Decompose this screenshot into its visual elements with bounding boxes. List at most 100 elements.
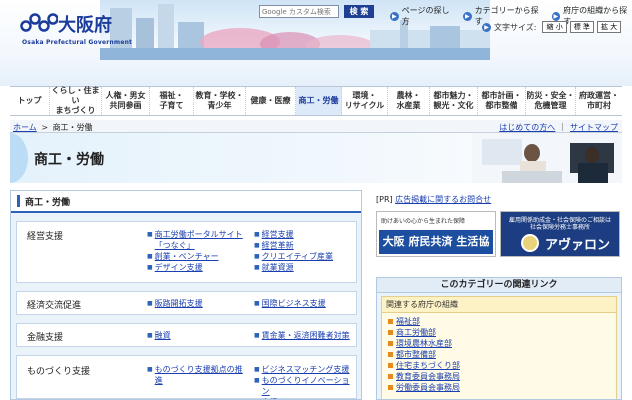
nav-item-urban-planning[interactable]: 都市計画・ 都市整備	[478, 87, 526, 115]
related-links-subheading: 関連する府庁の組織	[382, 297, 616, 313]
link-business-matching[interactable]: ビジネスマッチング支援	[262, 364, 350, 375]
link-employment-resources[interactable]: 就業資源	[262, 262, 294, 273]
page-title-band: 商工・労働	[10, 133, 622, 183]
link-education-board[interactable]: 教育委員会事務局	[396, 371, 460, 382]
link-labor-committee[interactable]: 労働委員会事務局	[396, 382, 460, 393]
related-links-box: 関連する府庁の組織 福祉部 商工労働部 環境農林水産部 都市整備部 住宅まちづく…	[381, 296, 617, 399]
list-item: ■ ビジネスマッチング支援	[254, 364, 356, 375]
bullet-icon: ■	[254, 242, 260, 249]
logo-text[interactable]: 大阪府	[58, 11, 112, 37]
bullet-icon	[388, 330, 393, 335]
bullet-icon	[388, 363, 393, 368]
link-financing[interactable]: 融資	[155, 330, 171, 341]
link-startup[interactable]: 創業・ベンチャー	[155, 251, 219, 262]
link-international-business[interactable]: 国際ビジネス支援	[262, 298, 326, 309]
heading-bar	[17, 195, 20, 207]
category-label: 経営支援	[27, 232, 64, 242]
font-size-normal-button[interactable]: 標 準	[569, 21, 594, 33]
nav-item-commerce-labor[interactable]: 商工・労働	[296, 87, 342, 115]
category-row-economic-exchange: 経済交流促進 ■ 販路開拓支援 ■ 国際ビジネス支援	[16, 291, 357, 315]
link-housing-dept[interactable]: 住宅まちづくり部	[396, 360, 460, 371]
category-row-management: 経営支援 ■ 商工労働ポータルサイト 「つなぐ」 ■ 創業・ベンチャー ■ デザイン支…	[16, 221, 357, 283]
bullet-icon: ■	[254, 264, 260, 271]
office-worker-photo	[472, 133, 622, 183]
sitemap-link[interactable]: サイトマップ	[570, 122, 618, 133]
font-size-small-button[interactable]: 縮 小	[542, 21, 567, 33]
emblem-icon	[521, 234, 539, 252]
list-item: 住宅まちづくり部	[388, 360, 616, 371]
list-item: ■ 経営革新	[254, 240, 333, 251]
page-title: 商工・労働	[34, 152, 104, 168]
banner-caption: 助けあいの心から生まれた保障	[381, 218, 466, 225]
link-welfare-dept[interactable]: 福祉部	[396, 316, 420, 327]
nav-item-agriculture[interactable]: 農林・ 水産業	[388, 87, 430, 115]
list-item: 都市整備部	[388, 349, 616, 360]
bullet-icon: ■	[147, 231, 153, 238]
link-portal-site[interactable]: 商工労働ポータルサイト 「つなぐ」	[155, 229, 243, 251]
nav-item-top[interactable]: トップ	[10, 87, 50, 115]
bullet-icon	[388, 341, 393, 346]
link-lending-business[interactable]: 賃金業・返済困難者対策	[262, 330, 350, 341]
title-decoration	[10, 133, 28, 183]
link-manufacturing-innovation[interactable]: ものづくりイノベーション 支援	[262, 375, 356, 399]
ad-banners: 助けあいの心から生まれた保障 大阪 府民共済 生活協同組合 雇用関係助成金・社会…	[376, 211, 622, 272]
ad-banner-avalon[interactable]: 雇用関係助成金・社会保険のご相談は 社会保険労務士事務所 アヴァロン	[500, 211, 620, 257]
nav-item-education[interactable]: 教育・学校・ 青少年	[194, 87, 246, 115]
category-panel-header: 商工・労働	[11, 191, 361, 213]
link-column-right: ■ 国際ビジネス支援	[254, 298, 326, 309]
list-item: ■ 経営支援	[254, 229, 333, 240]
bullet-icon: ■	[254, 300, 260, 307]
bullet-icon: ■	[254, 366, 260, 373]
breadcrumb-home-link[interactable]: ホーム	[13, 123, 37, 132]
link-urban-development-dept[interactable]: 都市整備部	[396, 349, 436, 360]
banner-title: アヴァロン	[545, 238, 611, 253]
link-management-innovation[interactable]: 経営革新	[262, 240, 294, 251]
category-label: ものづくり支援	[27, 367, 91, 377]
bullet-icon	[388, 319, 393, 324]
first-time-visitor-link[interactable]: はじめての方へ	[499, 122, 555, 133]
link-divider: |	[561, 122, 564, 131]
link-commerce-labor-dept[interactable]: 商工労働部	[396, 327, 436, 338]
nav-item-living[interactable]: くらし・住まい まちづくり	[50, 86, 102, 115]
search-input[interactable]	[259, 5, 339, 18]
list-item: 環境農林水産部	[388, 338, 616, 349]
link-creative-industry[interactable]: クリエイティブ産業	[262, 251, 333, 262]
category-row-financial-support: 金融支援 ■ 融資 ■ 賃金業・返済困難者対策	[16, 323, 357, 347]
logo-subtitle: Osaka Prefectural Government	[22, 39, 133, 46]
ad-inquiry-link[interactable]: 広告掲載に関するお問合せ	[395, 195, 491, 204]
nav-item-disaster-safety[interactable]: 防災・安全・ 危機管理	[526, 87, 576, 115]
utility-links: はじめての方へ | サイトマップ	[499, 122, 618, 133]
bullet-icon: ■	[147, 253, 153, 260]
font-size-large-button[interactable]: 拡 大	[596, 21, 622, 33]
top-link-page-guide[interactable]: ▶ ページの探し方	[390, 5, 455, 27]
link-market-development[interactable]: 販路開拓支援	[155, 298, 203, 309]
link-environment-agriculture-dept[interactable]: 環境農林水産部	[396, 338, 452, 349]
link-column-left: ■ ものづくり支援拠点の推 進	[147, 364, 243, 386]
bullet-icon	[388, 374, 393, 379]
list-item: 福祉部	[388, 316, 616, 327]
ad-banner-kyosai[interactable]: 助けあいの心から生まれた保障 大阪 府民共済 生活協同組合	[376, 211, 496, 272]
link-management-support[interactable]: 経営支援	[262, 229, 294, 240]
osaka-logo-icon[interactable]	[20, 12, 58, 34]
bullet-icon: ■	[254, 231, 260, 238]
nav-item-tourism[interactable]: 都市魅力・ 観光・文化	[430, 87, 478, 115]
nav-item-health[interactable]: 健康・医療	[246, 87, 296, 115]
search-button[interactable]: 検 索	[344, 5, 374, 18]
nav-item-environment[interactable]: 環境・ リサイクル	[342, 87, 388, 115]
arrow-right-icon: ▶	[463, 11, 472, 21]
link-column-right: ■ 経営支援 ■ 経営革新 ■ クリエイティブ産業 ■ 就業資源	[254, 229, 333, 273]
nav-item-administration[interactable]: 府政運営・ 市町村	[576, 87, 622, 115]
bullet-icon: ■	[254, 332, 260, 339]
breadcrumb-separator: >	[41, 123, 49, 132]
list-item: ■ものづくりイノベーション 支援	[254, 375, 356, 399]
link-design-support[interactable]: デザイン支援	[155, 262, 203, 273]
list-item: ■ 就業資源	[254, 262, 333, 273]
nav-item-welfare[interactable]: 福祉・ 子育て	[150, 87, 194, 115]
link-column-left: ■ 融資	[147, 330, 171, 341]
list-item: 商工労働部	[388, 327, 616, 338]
global-nav: トップ くらし・住まい まちづくり 人権・男女 共同参画 福祉・ 子育て 教育・…	[10, 86, 622, 116]
link-manufacturing-hub[interactable]: ものづくり支援拠点の推 進	[155, 364, 243, 386]
nav-item-human-rights[interactable]: 人権・男女 共同参画	[102, 87, 150, 115]
bullet-icon: ■	[147, 366, 153, 373]
related-links-panel: このカテゴリーの関連リンク 関連する府庁の組織 福祉部 商工労働部 環境農林水産…	[376, 277, 622, 400]
